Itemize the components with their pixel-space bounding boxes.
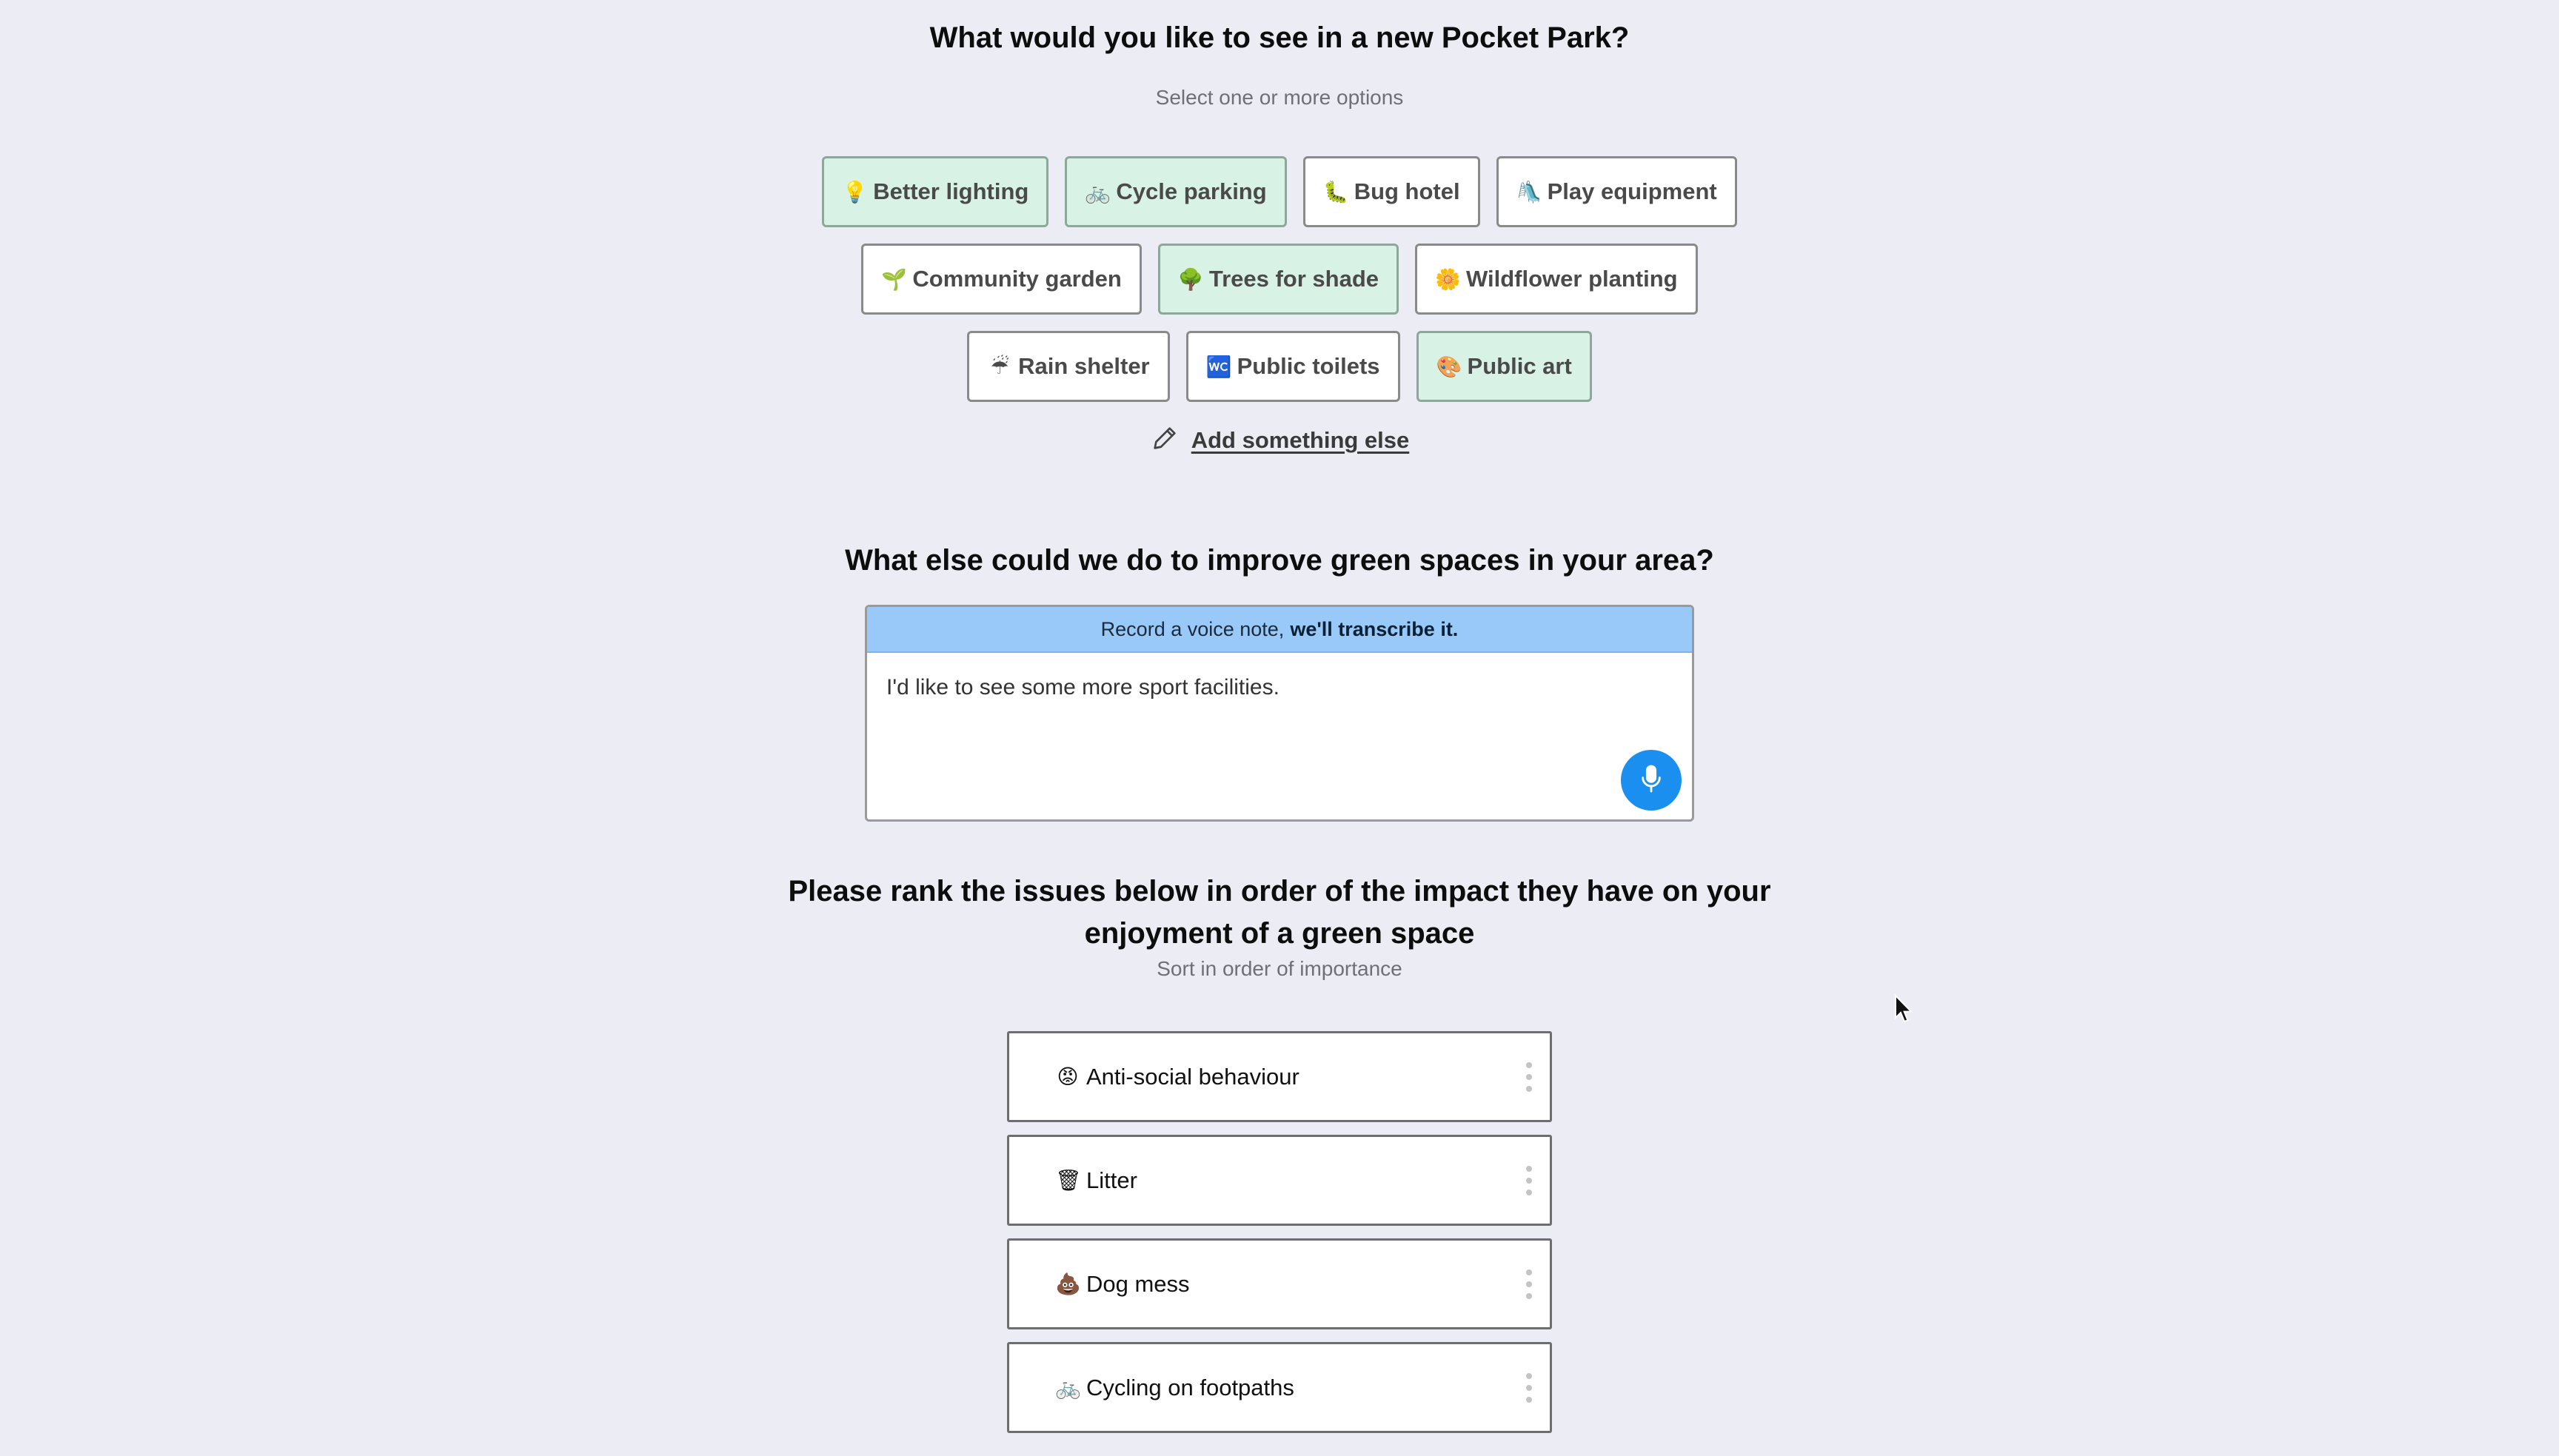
question-pocket-park-title: What would you like to see in a new Pock… [929,21,1630,54]
voice-note-box: Record a voice note, we'll transcribe it… [865,605,1694,822]
add-something-else[interactable]: Add something else [0,423,2559,457]
banner-bold-text: we'll transcribe it. [1290,617,1459,640]
banner-text: Record a voice note, [1100,617,1285,640]
option-public-art[interactable]: 🎨 Public art [1416,331,1592,402]
option-label: Play equipment [1547,178,1717,204]
option-wildflower-planting[interactable]: 🌼 Wildflower planting [1415,244,1698,315]
question-rank-subtitle: Sort in order of importance [1157,957,1402,980]
rank-item-label: Dog mess [1086,1270,1190,1297]
tree-icon: 🌳 [1177,267,1204,291]
drag-handle-icon[interactable] [1525,1165,1533,1195]
option-better-lighting[interactable]: 💡 Better lighting [822,156,1049,227]
wc-icon: 🚾 [1205,355,1232,378]
slide-icon: 🛝 [1516,180,1542,204]
lightbulb-icon: 💡 [842,180,869,204]
question-pocket-park-subtitle: Select one or more options [1155,86,1404,109]
palette-icon: 🎨 [1436,355,1462,378]
options-row-2: 🌱 Community garden 🌳 Trees for shade 🌼 W… [0,244,2559,315]
option-label: Wildflower planting [1466,266,1678,292]
options-row-1: 💡 Better lighting 🚲 Cycle parking 🐛 Bug … [0,156,2559,227]
pencil-icon [1150,423,1180,457]
option-community-garden[interactable]: 🌱 Community garden [861,244,1142,315]
trash-icon: 🗑 [1055,1169,1082,1192]
option-cycle-parking[interactable]: 🚲 Cycle parking [1065,156,1287,227]
question-rank-title-line1: Please rank the issues below in order of… [788,875,1771,908]
bicycle-icon: 🚲 [1085,180,1111,204]
angry-face-icon: 😡 [1057,1065,1079,1088]
option-label: Community garden [912,266,1122,292]
voice-note-banner: Record a voice note, we'll transcribe it… [867,607,1692,653]
rank-item[interactable]: 💩 Dog mess [1007,1238,1552,1329]
add-something-else-link[interactable]: Add something else [1191,427,1410,454]
drag-handle-icon[interactable] [1525,1061,1533,1092]
option-label: Rain shelter [1018,353,1150,379]
rank-item[interactable]: 🚲 Cycling on footpaths [1007,1342,1552,1433]
question-rank-title-line2: enjoyment of a green space [1084,917,1475,950]
answer-textarea[interactable]: I'd like to see some more sport faciliti… [886,675,1673,700]
bug-icon: 🐛 [1322,180,1349,204]
rank-item[interactable]: 🗑 Litter [1007,1135,1552,1226]
survey-page: What would you like to see in a new Pock… [0,0,2559,1456]
microphone-icon [1639,764,1664,797]
option-public-toilets[interactable]: 🚾 Public toilets [1185,331,1400,402]
option-label: Better lighting [873,178,1029,204]
option-play-equipment[interactable]: 🛝 Play equipment [1496,156,1737,227]
rank-item[interactable]: 😡 Anti-social behaviour [1007,1031,1552,1122]
options-row-3: ☔ Rain shelter 🚾 Public toilets 🎨 Public… [0,331,2559,402]
option-label: Public art [1467,353,1572,379]
option-trees-for-shade[interactable]: 🌳 Trees for shade [1157,244,1399,315]
option-label: Trees for shade [1208,266,1379,292]
drag-handle-icon[interactable] [1525,1269,1533,1299]
option-label: Public toilets [1237,353,1380,379]
record-voice-button[interactable] [1621,750,1682,811]
rank-item-label: Anti-social behaviour [1086,1063,1299,1090]
option-rain-shelter[interactable]: ☔ Rain shelter [967,331,1170,402]
rank-item-label: Cycling on footpaths [1086,1374,1294,1400]
umbrella-icon: ☔ [990,355,1009,378]
poop-icon: 💩 [1055,1272,1081,1295]
option-label: Cycle parking [1116,178,1267,204]
flower-icon: 🌼 [1435,267,1461,291]
option-label: Bug hotel [1354,178,1460,204]
question-green-spaces-title: What else could we do to improve green s… [845,544,1714,577]
option-bug-hotel[interactable]: 🐛 Bug hotel [1302,156,1480,227]
rank-item-label: Litter [1086,1167,1137,1193]
bicycle-icon: 🚲 [1055,1376,1081,1399]
mouse-cursor-icon [1894,993,1913,1027]
seedling-icon: 🌱 [881,267,908,291]
drag-handle-icon[interactable] [1525,1372,1533,1403]
